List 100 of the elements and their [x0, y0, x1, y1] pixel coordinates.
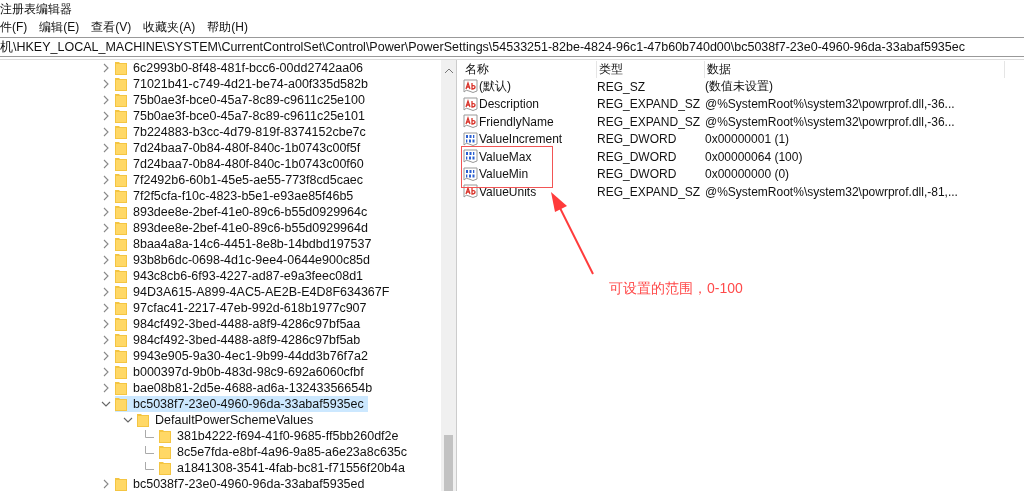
tree-line-icon	[145, 462, 154, 470]
tree-node[interactable]: 984cf492-3bed-4488-a8f9-4286c97bf5aa	[115, 316, 365, 332]
menu-item[interactable]: 件(F)	[0, 18, 28, 36]
tree-node[interactable]: 75b0ae3f-bce0-45a7-8c89-c9611c25e101	[115, 108, 369, 124]
chevron-icon[interactable]	[101, 367, 111, 377]
tree-node[interactable]: 7d24baa7-0b84-480f-840c-1b0743c00f5f	[115, 140, 365, 156]
value-data: 0x00000000 (0)	[705, 167, 790, 182]
value-data: (数值未设置)	[705, 78, 773, 96]
chevron-icon[interactable]	[101, 351, 111, 361]
tree-node[interactable]: 381b4222-f694-41f0-9685-ff5bb260df2e	[159, 428, 403, 444]
menu-item[interactable]: 查看(V)	[91, 18, 132, 36]
tree-node[interactable]: 7f2f5cfa-f10c-4823-b5e1-e93ae85f46b5	[115, 188, 358, 204]
chevron-icon[interactable]	[101, 175, 111, 185]
value-type: REG_DWORD	[597, 167, 677, 182]
tree-node[interactable]: 893dee8e-2bef-41e0-89c6-b55d0929964c	[115, 204, 372, 220]
value-name[interactable]: ValueUnits	[463, 184, 537, 200]
menu-item[interactable]: 编辑(E)	[39, 18, 80, 36]
chevron-icon[interactable]	[101, 63, 111, 73]
string-value-icon	[463, 79, 478, 95]
chevron-icon[interactable]	[101, 127, 111, 137]
folder-icon	[115, 381, 127, 395]
tree-node[interactable]: DefaultPowerSchemeValues	[137, 412, 318, 428]
chevron-icon[interactable]	[101, 383, 111, 393]
value-type: REG_EXPAND_SZ	[597, 114, 701, 129]
chevron-icon[interactable]	[101, 143, 111, 153]
value-name[interactable]: Description	[463, 96, 540, 112]
folder-icon	[115, 141, 127, 155]
tree-node[interactable]: 7d24baa7-0b84-480f-840c-1b0743c00f60	[115, 156, 368, 172]
tree-node[interactable]: 943c8cb6-6f93-4227-ad87-e9a3feec08d1	[115, 268, 368, 284]
tree-node[interactable]: 984cf492-3bed-4488-a8f9-4286c97bf5ab	[115, 332, 365, 348]
folder-icon	[159, 445, 171, 459]
value-type: REG_DWORD	[597, 132, 677, 147]
chevron-icon[interactable]	[123, 415, 133, 425]
tree-node[interactable]: 7f2492b6-60b1-45e5-ae55-773f8cd5caec	[115, 172, 368, 188]
tree-node[interactable]: 97cfac41-2217-47eb-992d-618b1977c907	[115, 300, 371, 316]
address-bar[interactable]: 机\HKEY_LOCAL_MACHINE\SYSTEM\CurrentControlSet\Control\Power\PowerSettings\54533251-82be-4824-96c1-47b60b740d00\bc5038f7-23e0-4960-96da-33abaf5935ec	[0, 37, 1024, 57]
value-name[interactable]: (默认)	[463, 78, 511, 96]
chevron-icon[interactable]	[101, 479, 111, 489]
chevron-icon[interactable]	[101, 239, 111, 249]
chevron-icon[interactable]	[101, 271, 111, 281]
value-data: 0x00000064 (100)	[705, 149, 803, 164]
chevron-icon[interactable]	[101, 287, 111, 297]
tree-node[interactable]: 8c5e7fda-e8bf-4a96-9a85-a6e23a8c635c	[159, 444, 412, 460]
chevron-icon[interactable]	[101, 255, 111, 265]
binary-value-icon	[463, 131, 478, 147]
tree-node[interactable]: 9943e905-9a30-4ec1-9b99-44dd3b76f7a2	[115, 348, 372, 364]
chevron-icon[interactable]	[101, 319, 111, 329]
chevron-icon[interactable]	[101, 399, 111, 409]
tree-node[interactable]: 93b8b6dc-0698-4d1c-9ee4-0644e900c85d	[115, 252, 374, 268]
binary-value-icon	[463, 166, 478, 182]
folder-icon	[115, 317, 127, 331]
scrollbar-thumb[interactable]	[444, 435, 453, 491]
value-type: REG_SZ	[597, 79, 645, 94]
chevron-icon[interactable]	[101, 111, 111, 121]
binary-value-icon	[463, 149, 478, 165]
tree-node[interactable]: a1841308-3541-4fab-bc81-f71556f20b4a	[159, 460, 409, 476]
tree-node[interactable]: 71021b41-c749-4d21-be74-a00f335d582b	[115, 76, 372, 92]
chevron-icon[interactable]	[101, 335, 111, 345]
chevron-icon[interactable]	[101, 191, 111, 201]
tree-node[interactable]: 94D3A615-A899-4AC5-AE2B-E4D8F634367F	[115, 284, 394, 300]
column-header[interactable]: 类型	[597, 60, 705, 78]
menu-item[interactable]: 收藏夹(A)	[143, 18, 196, 36]
value-name[interactable]: ValueMin	[463, 166, 529, 182]
folder-icon	[115, 349, 127, 363]
chevron-icon[interactable]	[101, 159, 111, 169]
tree-node[interactable]: 893dee8e-2bef-41e0-89c6-b55d0929964d	[115, 220, 372, 236]
value-type: REG_EXPAND_SZ	[597, 97, 701, 112]
folder-icon	[115, 109, 127, 123]
folder-icon	[115, 173, 127, 187]
tree-node[interactable]: b000397d-9b0b-483d-98c9-692a6060cfbf	[115, 364, 368, 380]
chevron-icon[interactable]	[101, 79, 111, 89]
chevron-icon[interactable]	[101, 207, 111, 217]
value-name[interactable]: ValueMax	[463, 149, 532, 165]
value-data: @%SystemRoot%\system32\powrprof.dll,-81,...	[705, 184, 958, 199]
scroll-up-icon[interactable]	[443, 66, 454, 76]
folder-icon	[115, 477, 127, 491]
folder-icon	[115, 221, 127, 235]
column-header[interactable]: 名称	[463, 60, 597, 78]
tree-node[interactable]: bc5038f7-23e0-4960-96da-33abaf5935ed	[115, 476, 369, 491]
value-name[interactable]: ValueIncrement	[463, 131, 563, 147]
menu-item[interactable]: 帮助(H)	[207, 18, 248, 36]
tree-node[interactable]: bc5038f7-23e0-4960-96da-33abaf5935ec	[115, 396, 368, 412]
tree-node[interactable]: bae08b81-2d5e-4688-ad6a-13243356654b	[115, 380, 377, 396]
value-type: REG_DWORD	[597, 149, 677, 164]
chevron-icon[interactable]	[101, 223, 111, 233]
chevron-icon[interactable]	[101, 303, 111, 313]
scrollbar[interactable]	[441, 60, 456, 491]
value-name[interactable]: FriendlyName	[463, 114, 554, 130]
tree-node[interactable]: 6c2993b0-8f48-481f-bcc6-00dd2742aa06	[115, 60, 368, 76]
folder-icon	[115, 237, 127, 251]
folder-icon	[115, 269, 127, 283]
column-header[interactable]: 数据	[705, 60, 1005, 78]
tree-node[interactable]: 75b0ae3f-bce0-45a7-8c89-c9611c25e100	[115, 92, 369, 108]
tree-node[interactable]: 7b224883-b3cc-4d79-819f-8374152cbe7c	[115, 124, 370, 140]
tree-line-icon	[145, 446, 154, 454]
chevron-icon[interactable]	[101, 95, 111, 105]
tree-node[interactable]: 8baa4a8a-14c6-4451-8e8b-14bdbd197537	[115, 236, 376, 252]
folder-icon	[115, 125, 127, 139]
value-type: REG_EXPAND_SZ	[597, 184, 701, 199]
folder-icon	[159, 461, 171, 475]
